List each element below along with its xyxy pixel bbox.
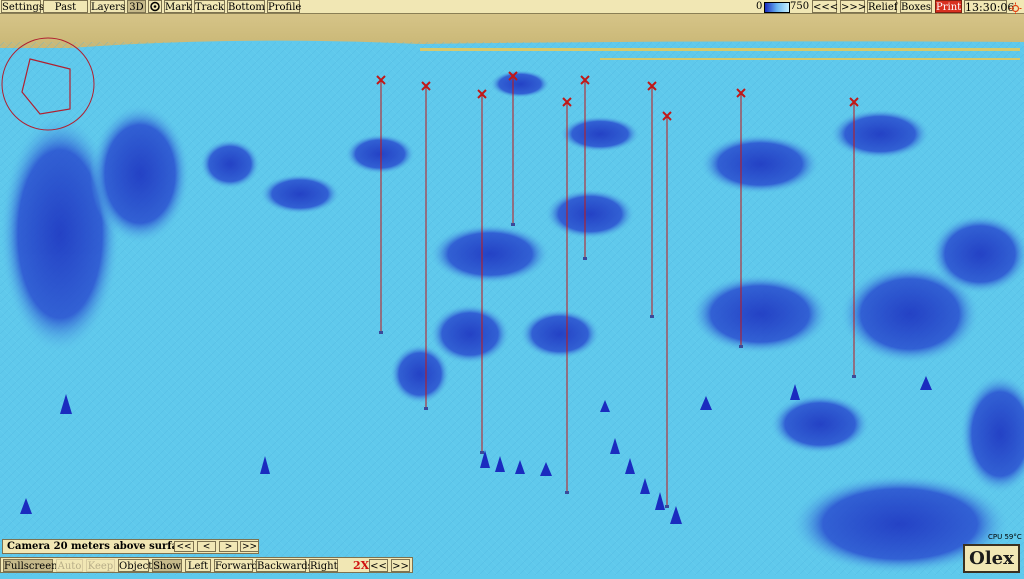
camera-height-label: Camera 20 meters above surface: [7, 541, 191, 552]
zoom-out-button[interactable]: <<: [369, 559, 388, 572]
mark-base: [739, 345, 743, 348]
depth-scale-min: 0: [756, 1, 763, 12]
mark-base: [511, 223, 515, 226]
target-icon[interactable]: [148, 0, 162, 13]
sun-icon[interactable]: [1008, 0, 1023, 15]
keep-button[interactable]: Keep: [86, 559, 115, 572]
zoom-level: 2X: [353, 559, 370, 572]
track-button[interactable]: Track: [194, 0, 225, 13]
camera-fast-down-button[interactable]: <<: [174, 541, 194, 552]
past-trips-button[interactable]: Past trips: [43, 0, 88, 26]
mark-base: [480, 451, 484, 454]
mark-base: [424, 407, 428, 410]
depth-color-scale[interactable]: [764, 2, 790, 13]
top-toolbar: Settings Past trips Layers 3D Mark Track…: [0, 0, 1024, 26]
mark-base: [665, 505, 669, 508]
camera-fast-up-button[interactable]: >>: [240, 541, 259, 552]
seabed-3d-view[interactable]: [0, 14, 1024, 575]
cpu-temperature: CPU 59°C: [988, 533, 1022, 541]
mark-base: [379, 331, 383, 334]
object-button[interactable]: Object: [118, 559, 152, 572]
print-button[interactable]: Print: [935, 0, 962, 13]
depth-scale-max: 750: [790, 1, 810, 12]
backwards-button[interactable]: Backwards: [256, 559, 313, 572]
profile-button[interactable]: Profile: [267, 0, 301, 13]
view-3d-button[interactable]: 3D: [127, 0, 146, 13]
left-button[interactable]: Left: [185, 559, 211, 572]
auto-button[interactable]: Auto: [56, 559, 83, 572]
show-button[interactable]: Show: [152, 559, 182, 572]
settings-button[interactable]: Settings: [1, 0, 44, 13]
bottom-nav-bar: Fullscreen Auto Keep Object Show Left Fo…: [0, 557, 413, 573]
fullscreen-button[interactable]: Fullscreen: [3, 559, 58, 572]
forward-button[interactable]: Forward: [214, 559, 258, 572]
mark-base: [583, 257, 587, 260]
previous-button[interactable]: <<<: [812, 0, 838, 13]
clock: 13:30:06: [964, 0, 1015, 14]
mark-base: [852, 375, 856, 378]
right-button[interactable]: Right: [309, 559, 338, 572]
next-button[interactable]: >>>: [840, 0, 866, 13]
camera-up-button[interactable]: >: [219, 541, 238, 552]
mark-base: [650, 315, 654, 318]
mark-button[interactable]: Mark: [164, 0, 192, 13]
boxes-button[interactable]: Boxes: [900, 0, 932, 13]
olex-logo: Olex: [963, 544, 1020, 573]
relief-button[interactable]: Relief: [867, 0, 897, 13]
layers-button[interactable]: Layers: [90, 0, 125, 13]
camera-down-button[interactable]: <: [197, 541, 216, 552]
zoom-in-button[interactable]: >>: [391, 559, 410, 572]
bottom-button[interactable]: Bottom: [227, 0, 265, 13]
camera-panel: Camera 20 meters above surface << < > >>: [2, 539, 259, 554]
mark-base: [565, 491, 569, 494]
